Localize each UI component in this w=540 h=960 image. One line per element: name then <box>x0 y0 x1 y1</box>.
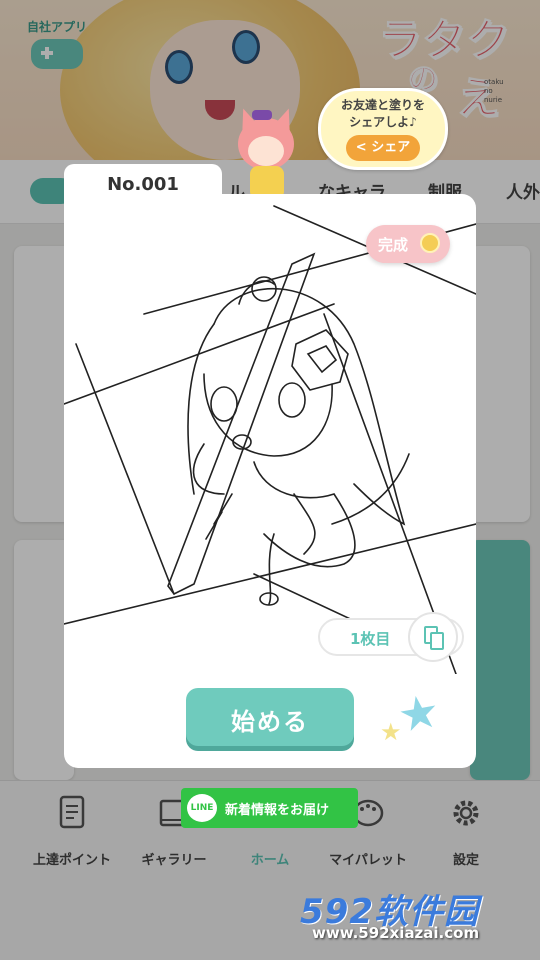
line-notification-banner[interactable]: LINE 新着情報をお届け <box>181 788 358 828</box>
line-art-illustration <box>64 205 476 674</box>
line-notice-text: 新着情報をお届け <box>225 803 330 818</box>
line-logo-icon: LINE <box>187 794 217 822</box>
share-button-label: シェア <box>371 140 411 155</box>
share-icon: < <box>355 140 367 155</box>
cat-girl-mascot <box>226 105 306 198</box>
completed-label: 完成 <box>378 236 409 254</box>
share-bubble: お友達と塗りを シェアしよ♪ < シェア <box>318 88 448 170</box>
star-decoration-icon: ★ <box>393 682 444 744</box>
copy-sheet-button[interactable] <box>408 612 458 662</box>
start-button[interactable]: 始める <box>186 688 354 746</box>
share-button[interactable]: < シェア <box>346 135 420 161</box>
share-message-line2: シェアしよ♪ <box>349 115 417 129</box>
completed-badge: 完成 <box>366 225 450 263</box>
sheet-count: 1枚目 <box>350 630 391 648</box>
medal-icon <box>420 233 440 253</box>
watermark-url: www.592xiazai.com <box>312 924 480 942</box>
share-message-line1: お友達と塗りを <box>340 98 425 112</box>
star-decoration-icon: ★ <box>380 718 402 746</box>
